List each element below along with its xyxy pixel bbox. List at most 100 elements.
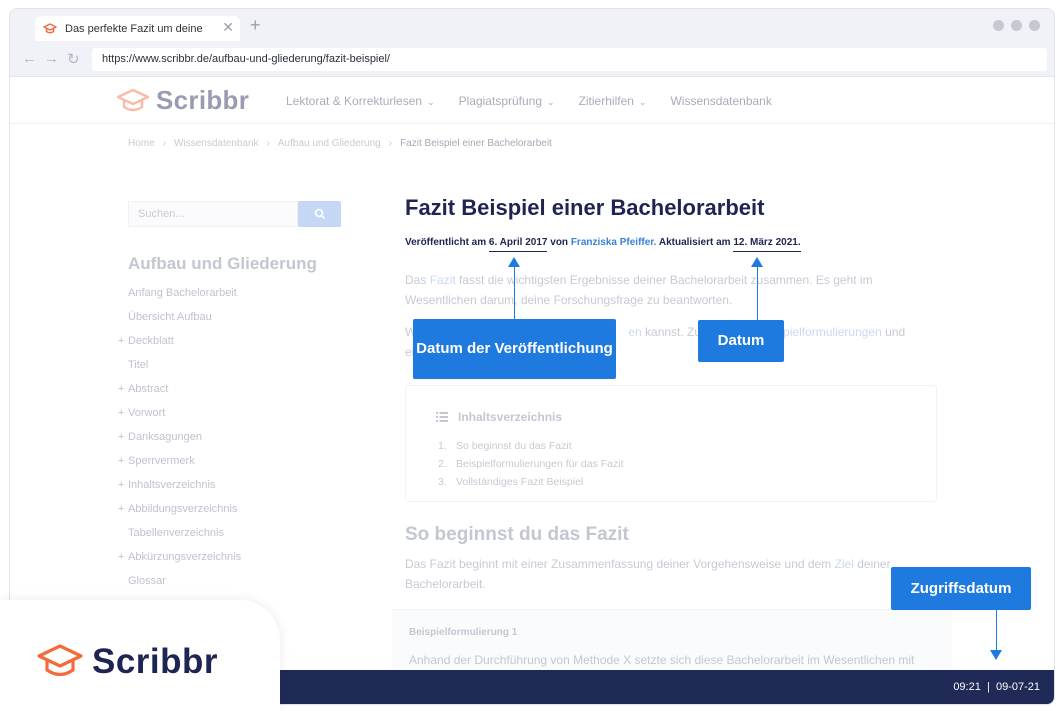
plus-icon: + bbox=[118, 503, 125, 515]
main-menu: Lektorat & Korrekturlesen ⌄ Plagiatsprüfu… bbox=[286, 94, 772, 108]
new-tab-icon[interactable]: + bbox=[250, 15, 261, 36]
browser-tab[interactable]: Das perfekte Fazit um deine ✕ bbox=[35, 16, 240, 41]
example-box: Beispielformulierung 1 Anhand der Durchf… bbox=[392, 609, 952, 679]
sidebar-item[interactable]: Anfang Bachelorarbeit bbox=[118, 281, 241, 305]
sidebar-item[interactable]: + Abstract bbox=[118, 377, 241, 401]
brand-logo-text: Scribbr bbox=[92, 642, 219, 681]
chevron-down-icon: ⌄ bbox=[638, 97, 647, 107]
ziel-link[interactable]: Ziel bbox=[835, 557, 854, 571]
back-arrow-icon[interactable]: ← bbox=[22, 50, 37, 67]
sidebar-title: Aufbau und Gliederung bbox=[128, 254, 317, 273]
chevron-down-icon: ⌄ bbox=[547, 97, 555, 107]
sidebar-item[interactable]: Übersicht Aufbau bbox=[118, 305, 241, 329]
plus-icon: + bbox=[118, 407, 125, 419]
sidebar-item-label: Glossar bbox=[128, 575, 166, 587]
intro-paragraph: Das Fazit fasst die wichtigsten Ergebnis… bbox=[405, 273, 873, 307]
window-menu-dots[interactable] bbox=[993, 20, 1040, 31]
graduation-cap-icon bbox=[37, 644, 83, 677]
menu-item-zitierhilfen[interactable]: Zitierhilfen ⌄ bbox=[579, 94, 647, 108]
section-heading: So beginnst du das Fazit bbox=[405, 524, 629, 545]
callout-access-date: Zugriffsdatum bbox=[891, 567, 1031, 610]
dot-icon bbox=[1011, 20, 1022, 31]
sidebar-item-label: Tabellenverzeichnis bbox=[128, 527, 224, 539]
callout-arrow-line bbox=[514, 262, 515, 319]
author-link[interactable]: Franziska Pfeiffer. bbox=[571, 237, 657, 248]
plus-icon: + bbox=[118, 551, 125, 563]
plus-icon: + bbox=[118, 383, 125, 395]
example-text: Anhand der Durchführung von Methode X se… bbox=[409, 653, 915, 667]
search-button[interactable] bbox=[298, 201, 341, 227]
sidebar-item-label: Danksagungen bbox=[128, 431, 203, 443]
graduation-cap-icon bbox=[116, 88, 150, 111]
sidebar-item[interactable]: + Danksagungen bbox=[118, 425, 241, 449]
logo-text: Scribbr bbox=[156, 85, 250, 115]
site-logo[interactable]: Scribbr bbox=[116, 85, 249, 116]
sidebar-item[interactable]: + Abkürzungsverzeichnis bbox=[118, 545, 241, 569]
published-date: 6. April 2017 bbox=[488, 237, 548, 252]
breadcrumb-wissensdatenbank[interactable]: Wissensdatenbank bbox=[174, 138, 259, 149]
breadcrumb-home[interactable]: Home bbox=[128, 138, 155, 149]
sidebar-item-label: Anfang Bachelorarbeit bbox=[128, 287, 237, 299]
arrow-up-icon bbox=[508, 257, 520, 267]
dot-icon bbox=[993, 20, 1004, 31]
arrow-down-icon bbox=[990, 650, 1002, 660]
article-meta: Veröffentlicht am 6. April 2017 von Fran… bbox=[405, 237, 801, 252]
dot-icon bbox=[1029, 20, 1040, 31]
site-header: Scribbr Lektorat & Korrekturlesen ⌄ Plagi… bbox=[10, 78, 1054, 124]
brand-logo: Scribbr bbox=[36, 642, 218, 682]
sidebar-item-label: Sperrvermerk bbox=[128, 455, 195, 467]
address-bar-row: ← → ↻ https://www.scribbr.de/aufbau-und-… bbox=[10, 41, 1054, 77]
sidebar-item-label: Abkürzungsverzeichnis bbox=[128, 551, 242, 563]
plus-icon: + bbox=[118, 479, 125, 491]
toc-item[interactable]: 3. Vollständiges Fazit Beispiel bbox=[438, 476, 624, 494]
fazit-link[interactable]: Fazit bbox=[430, 273, 456, 287]
chevron-right-icon: › bbox=[162, 138, 167, 149]
sidebar-item-label: Abstract bbox=[128, 383, 169, 395]
toc-item[interactable]: 1. So beginnst du das Fazit bbox=[438, 440, 624, 458]
sidebar-item[interactable]: + Vorwort bbox=[118, 401, 241, 425]
sidebar-item-label: Übersicht Aufbau bbox=[128, 311, 212, 323]
sidebar-item[interactable]: Tabellenverzeichnis bbox=[118, 521, 241, 545]
sidebar-item-label: Vorwort bbox=[128, 407, 166, 419]
sidebar-item[interactable]: + Abbildungsverzeichnis bbox=[118, 497, 241, 521]
example-label: Beispielformulierung 1 bbox=[409, 627, 518, 638]
sidebar-item[interactable]: Titel bbox=[118, 353, 241, 377]
menu-item-wissensdatenbank[interactable]: Wissensdatenbank bbox=[670, 94, 771, 108]
toc-title: Inhaltsverzeichnis bbox=[436, 410, 562, 424]
chevron-down-icon: ⌄ bbox=[427, 97, 435, 107]
menu-item-lektorat[interactable]: Lektorat & Korrekturlesen ⌄ bbox=[286, 94, 435, 108]
url-field[interactable]: https://www.scribbr.de/aufbau-und-gliede… bbox=[92, 48, 1047, 71]
tab-bar: Das perfekte Fazit um deine ✕ + bbox=[10, 9, 1054, 41]
menu-item-plagiat[interactable]: Plagiatsprüfung ⌄ bbox=[459, 94, 555, 108]
list-icon bbox=[436, 412, 448, 422]
sidebar-list: Anfang Bachelorarbeit Übersicht Aufbau + De… bbox=[118, 281, 241, 617]
sidebar-item[interactable]: Glossar bbox=[118, 569, 241, 593]
sidebar-item[interactable]: + Inhaltsverzeichnis bbox=[118, 473, 241, 497]
table-of-contents: Inhaltsverzeichnis 1. So beginnst du das … bbox=[405, 385, 937, 502]
search-icon bbox=[314, 208, 325, 220]
sidebar-item-label: Deckblatt bbox=[128, 335, 174, 347]
breadcrumb: Home › Wissensdatenbank › Aufbau und Glied… bbox=[128, 138, 552, 149]
sidebar-item-label: Abbildungsverzeichnis bbox=[128, 503, 238, 515]
sidebar-item-label: Inhaltsverzeichnis bbox=[128, 479, 216, 491]
sidebar-item[interactable]: + Deckblatt bbox=[118, 329, 241, 353]
scribbr-favicon-icon bbox=[43, 22, 57, 36]
sidebar-item[interactable]: + Sperrvermerk bbox=[118, 449, 241, 473]
toc-item[interactable]: 2. Beispielformulierungen für das Fazit bbox=[438, 458, 624, 476]
reload-icon[interactable]: ↻ bbox=[67, 50, 80, 68]
page-title: Fazit Beispiel einer Bachelorarbeit bbox=[405, 195, 765, 220]
callout-date: Datum bbox=[698, 320, 784, 362]
taskbar-clock: 09:21 | 09-07-21 bbox=[953, 681, 1040, 693]
sidebar-item-label: Titel bbox=[128, 359, 149, 371]
plus-icon: + bbox=[118, 455, 125, 467]
toc-list: 1. So beginnst du das Fazit 2. Beispielfor… bbox=[438, 440, 624, 494]
arrow-up-icon bbox=[751, 257, 763, 267]
breadcrumb-aufbau[interactable]: Aufbau und Gliederung bbox=[278, 138, 381, 149]
section-paragraph: Das Fazit beginnt mit einer Zusammenfass… bbox=[405, 557, 891, 591]
forward-arrow-icon[interactable]: → bbox=[44, 50, 59, 67]
callout-publication-date: Datum der Veröffentlichung bbox=[413, 319, 616, 379]
search-input[interactable]: Suchen... bbox=[128, 201, 298, 227]
updated-date: 12. März 2021. bbox=[733, 237, 801, 252]
plus-icon: + bbox=[118, 335, 125, 347]
close-tab-icon[interactable]: ✕ bbox=[222, 19, 234, 36]
